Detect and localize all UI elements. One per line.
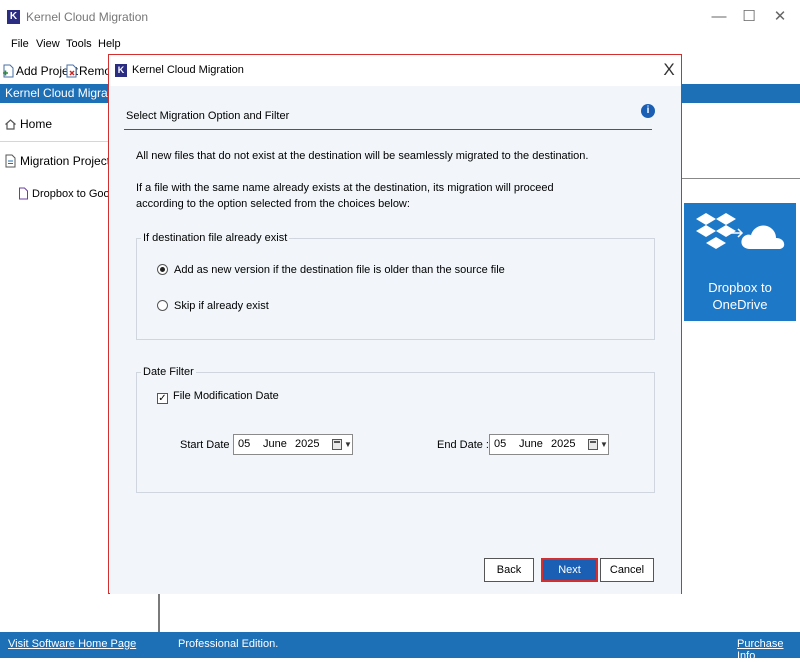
menu-file[interactable]: File: [11, 38, 29, 50]
file-modification-date-checkbox[interactable]: ✓: [157, 393, 168, 404]
back-button[interactable]: Back: [484, 558, 534, 582]
start-calendar-icon[interactable]: [332, 439, 342, 450]
date-filter-legend: Date Filter: [141, 366, 196, 378]
sidebar-item-home-label: Home: [20, 117, 53, 131]
end-dropdown-arrow-icon[interactable]: ▼: [600, 435, 608, 454]
tile-label: Dropbox to OneDrive: [684, 279, 796, 313]
file-modification-date-label: File Modification Date: [173, 390, 279, 402]
app-title: Kernel Cloud Migration: [26, 10, 149, 24]
option-add-new-version[interactable]: Add as new version if the destination fi…: [157, 264, 505, 276]
file-modification-date-option[interactable]: ✓ File Modification Date: [157, 390, 279, 404]
info-icon[interactable]: i: [641, 104, 655, 118]
menu-help[interactable]: Help: [98, 38, 121, 50]
migration-option-dialog: K Kernel Cloud Migration X Select Migrat…: [108, 54, 682, 594]
content-divider: [680, 178, 800, 179]
dialog-body: Select Migration Option and Filter i All…: [110, 86, 681, 594]
end-calendar-icon[interactable]: [588, 439, 598, 450]
option-skip-if-exist-label: Skip if already exist: [174, 300, 269, 312]
dialog-titlebar: K Kernel Cloud Migration X: [109, 55, 681, 85]
start-date-picker[interactable]: 05 June 2025 ▼: [233, 434, 353, 455]
add-project-icon: [3, 64, 14, 78]
destination-exist-legend: If destination file already exist: [141, 232, 290, 244]
sidebar-item-migration-projects[interactable]: Migration Projects: [4, 154, 116, 168]
option-add-new-version-label: Add as new version if the destination fi…: [174, 264, 505, 276]
migration-projects-icon: [5, 154, 16, 168]
date-filter-group: Date Filter ✓ File Modification Date Star…: [136, 366, 655, 493]
dialog-title: Kernel Cloud Migration: [132, 64, 244, 76]
dropbox-to-onedrive-tile[interactable]: Dropbox to OneDrive: [684, 203, 796, 321]
start-dropdown-arrow-icon[interactable]: ▼: [344, 435, 352, 454]
sidebar-item-migration-projects-label: Migration Projects: [20, 154, 117, 168]
software-home-link[interactable]: Visit Software Home Page: [8, 638, 136, 650]
dialog-heading: Select Migration Option and Filter: [126, 110, 290, 122]
project-file-icon: [19, 187, 28, 200]
cancel-button[interactable]: Cancel: [600, 558, 654, 582]
dialog-logo-icon: K: [115, 64, 127, 77]
tile-label-line1: Dropbox to: [708, 280, 772, 295]
dialog-close-button[interactable]: X: [659, 59, 679, 81]
exist-paragraph-line1: If a file with the same name already exi…: [136, 182, 554, 194]
radio-skip-if-exist[interactable]: [157, 300, 168, 311]
close-window-button[interactable]: ✕: [765, 6, 795, 28]
exist-paragraph-line2: according to the option selected from th…: [136, 198, 410, 210]
status-bar: Visit Software Home Page Professional Ed…: [0, 632, 800, 662]
start-date-month[interactable]: June: [263, 435, 287, 454]
radio-add-new-version[interactable]: [157, 264, 168, 275]
end-date-year[interactable]: 2025: [551, 435, 575, 454]
start-date-day[interactable]: 05: [238, 435, 250, 454]
minimize-button[interactable]: —: [704, 6, 734, 28]
menu-view[interactable]: View: [36, 38, 60, 50]
home-icon: [5, 119, 16, 130]
start-date-label: Start Date :: [180, 439, 236, 451]
next-button[interactable]: Next: [541, 558, 598, 582]
menu-tools[interactable]: Tools: [66, 38, 92, 50]
app-logo-icon: K: [7, 10, 20, 24]
destination-exist-group: If destination file already exist Add as…: [136, 232, 655, 340]
app-titlebar: K Kernel Cloud Migration — ☐ ✕: [0, 0, 800, 34]
tile-label-line2: OneDrive: [712, 297, 768, 312]
dropbox-to-onedrive-icon: [696, 213, 785, 249]
purchase-info-link[interactable]: Purchase Info: [737, 638, 800, 662]
maximize-button[interactable]: ☐: [734, 6, 764, 28]
option-skip-if-exist[interactable]: Skip if already exist: [157, 300, 269, 312]
start-date-year[interactable]: 2025: [295, 435, 319, 454]
end-date-day[interactable]: 05: [494, 435, 506, 454]
sidebar-item-home[interactable]: Home: [4, 117, 52, 131]
remove-project-icon: [66, 64, 77, 78]
intro-paragraph: All new files that do not exist at the d…: [136, 150, 589, 162]
edition-text: Professional Edition.: [178, 638, 279, 650]
heading-divider: [124, 129, 652, 130]
end-date-label: End Date :: [437, 439, 489, 451]
end-date-month[interactable]: June: [519, 435, 543, 454]
end-date-picker[interactable]: 05 June 2025 ▼: [489, 434, 609, 455]
